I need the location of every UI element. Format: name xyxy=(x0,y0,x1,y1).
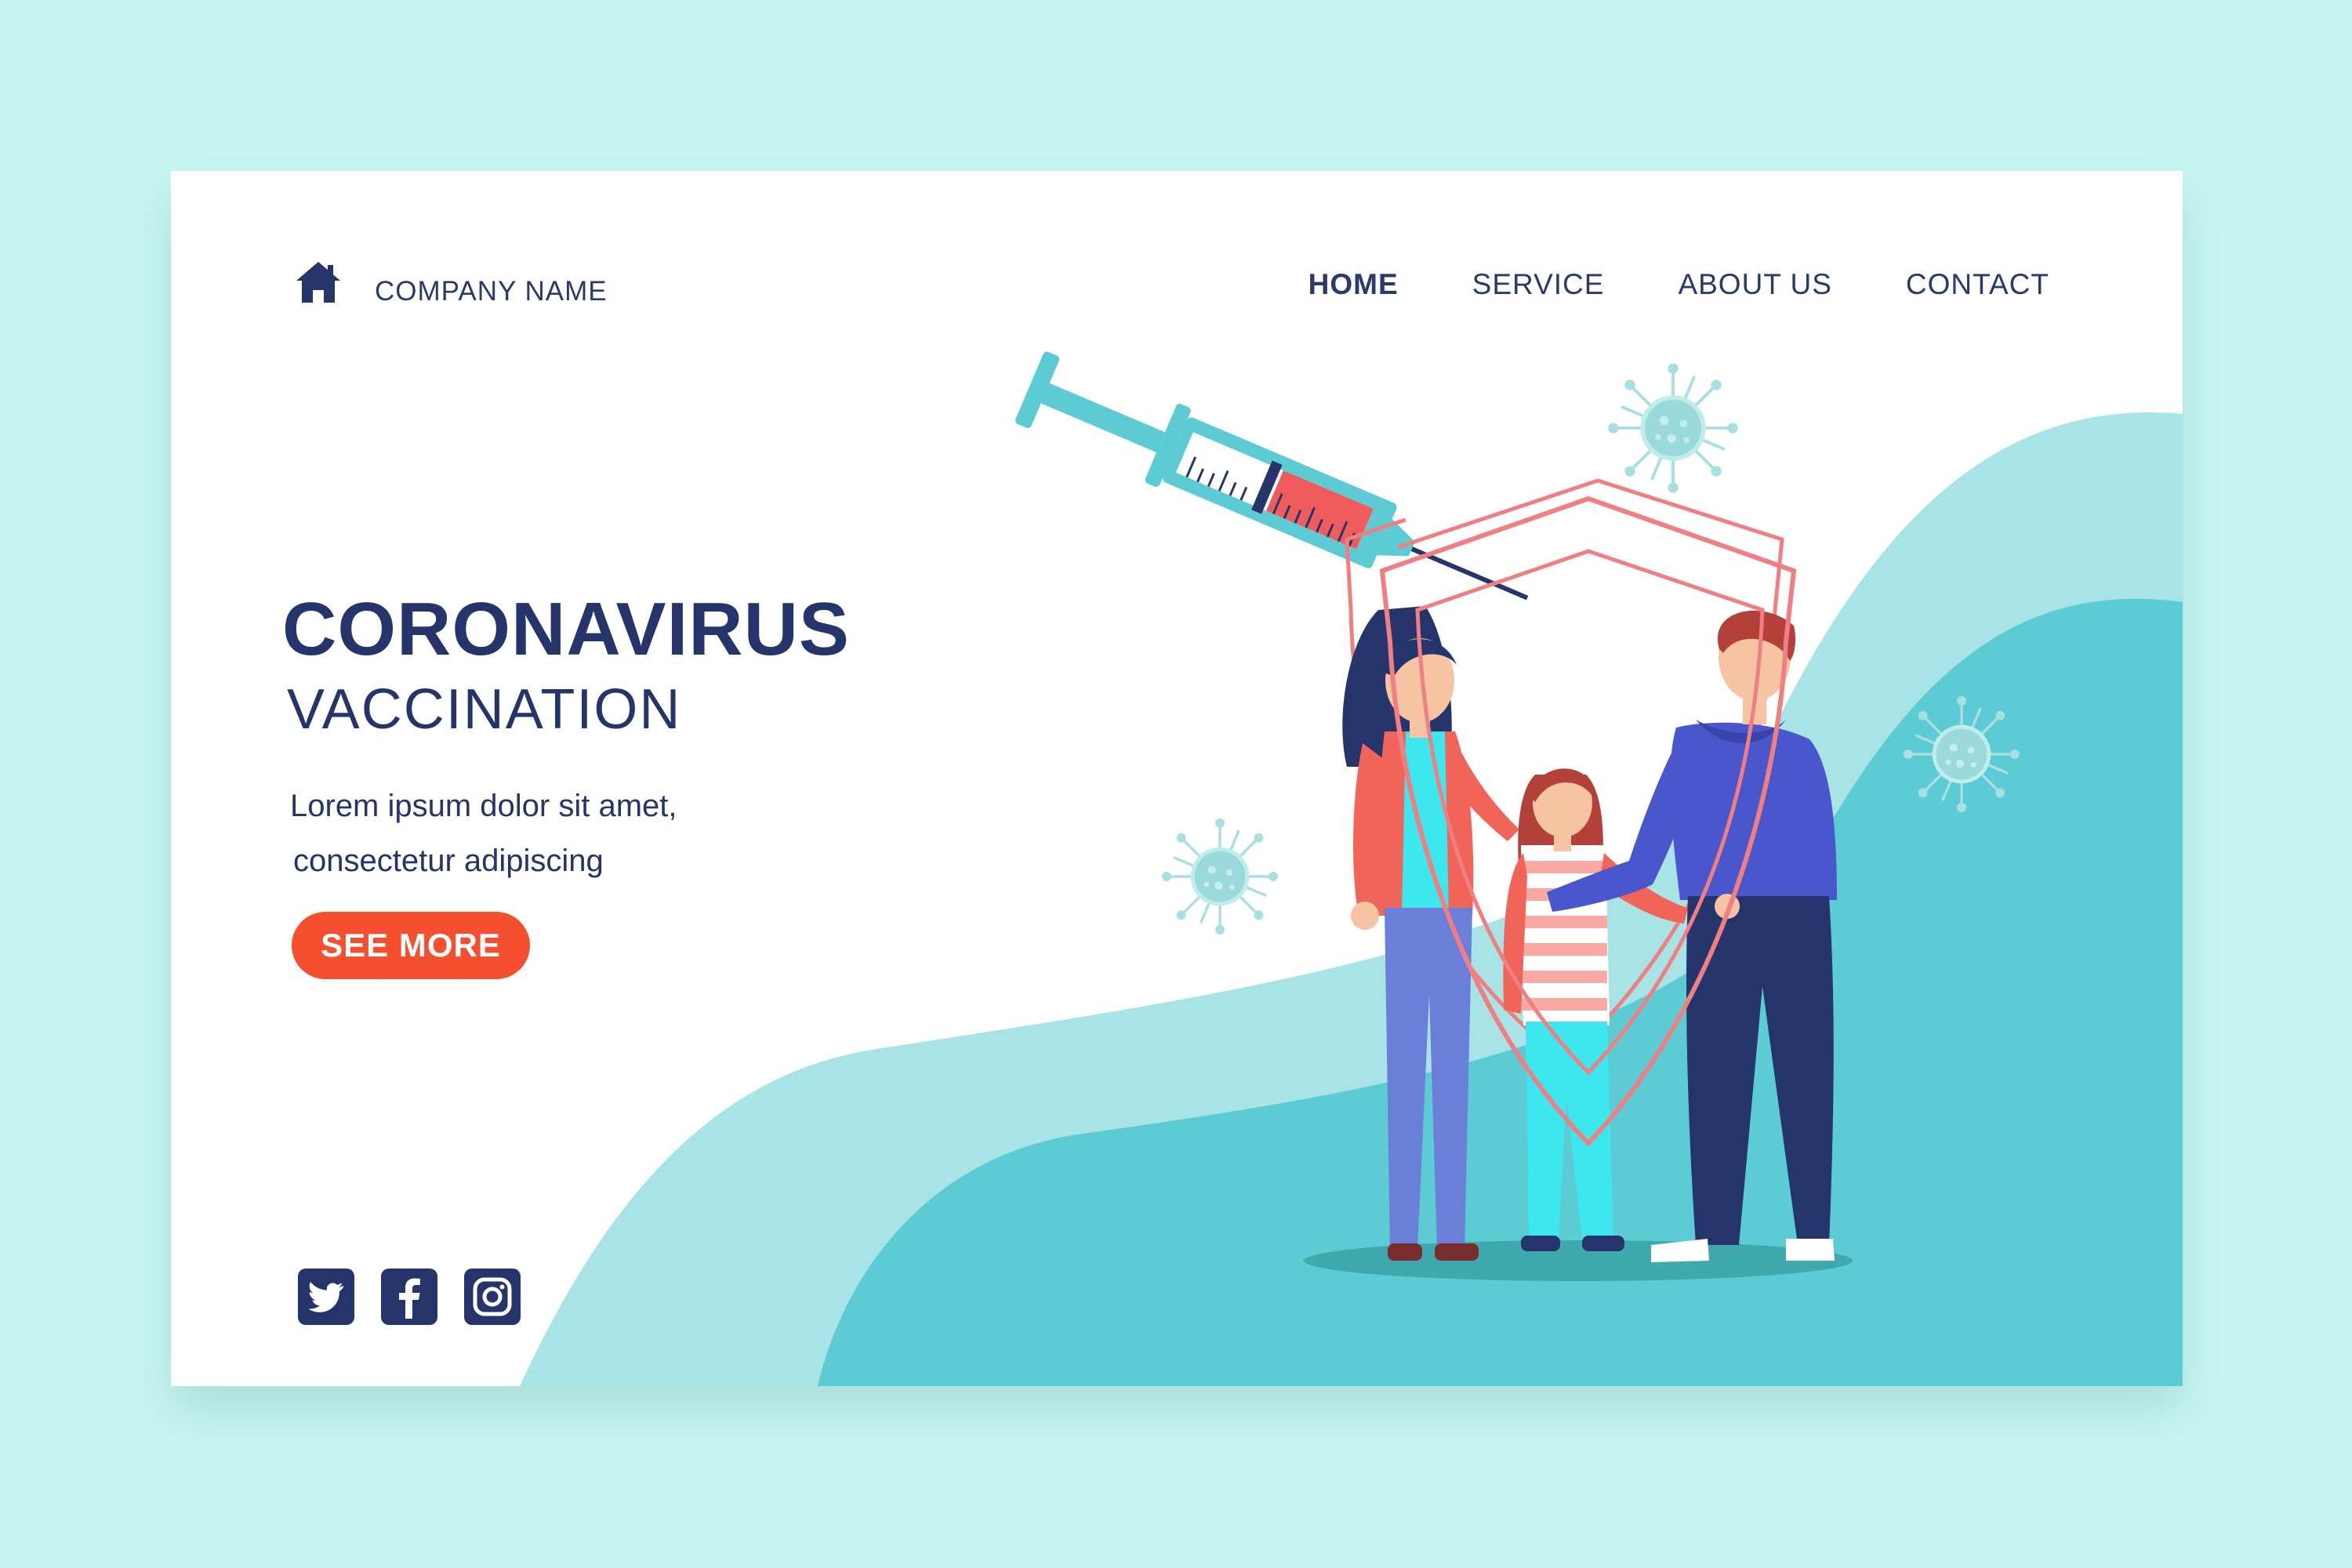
ground-shadow xyxy=(1304,1240,1853,1281)
family-vaccination-illustration xyxy=(1015,351,2021,1281)
landing-page: COMPANY NAME HOME SERVICE ABOUT US CONTA… xyxy=(171,171,2183,1386)
virus-icon xyxy=(1160,817,1279,936)
virus-icon xyxy=(1902,695,2021,814)
woman-figure xyxy=(1342,606,1519,1261)
virus-icon xyxy=(1606,361,1740,495)
